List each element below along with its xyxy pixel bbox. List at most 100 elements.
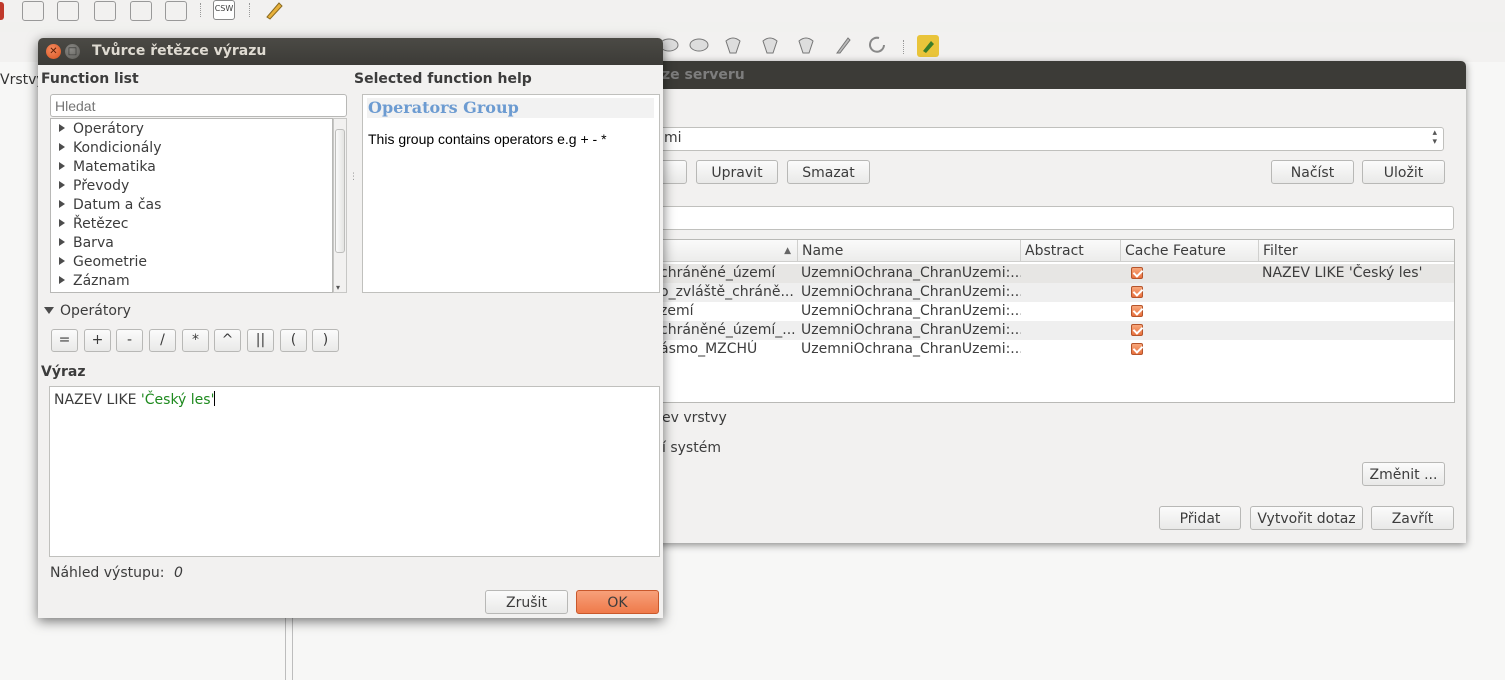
plugin-icon[interactable] (917, 35, 939, 57)
wfs-dialog: ze serveru mi ▴ ▾ Upravit Smazat Načíst U… (605, 61, 1466, 543)
function-list-label: Function list (41, 71, 139, 87)
expression-editor[interactable]: NAZEV LIKE 'Český les' (49, 386, 660, 557)
expression-builder-dialog: ✕ □ Tvůrce řetězce výrazu Function list … (38, 38, 663, 618)
expand-arrow-icon[interactable] (59, 238, 65, 246)
operator-divide-button[interactable]: / (149, 329, 176, 352)
help-title: Operators Group (368, 98, 519, 117)
tree-item-conditionals[interactable]: Kondicionály (59, 140, 161, 156)
expression-string-token: 'Český les' (140, 392, 215, 408)
preview-value: 0 (174, 565, 183, 581)
row-title: chráněné_území (660, 265, 776, 281)
table-row[interactable]: chráněné_území_... UzemniOchrana_ChranUz… (656, 321, 1454, 340)
column-header-cache[interactable]: Cache Feature (1121, 240, 1259, 262)
table-row[interactable]: o_zvláště_chráně... UzemniOchrana_ChranU… (656, 283, 1454, 302)
expand-arrow-icon[interactable] (59, 143, 65, 151)
expand-arrow-icon[interactable] (59, 162, 65, 170)
cache-checkbox[interactable] (1131, 305, 1143, 317)
delete-connection-button[interactable]: Smazat (787, 160, 870, 184)
layer-icon[interactable] (0, 2, 4, 20)
toolbar-separator (249, 3, 252, 17)
layers-table[interactable]: ▲ Name Abstract Cache Feature Filter chr… (655, 239, 1455, 403)
expand-arrow-icon[interactable] (59, 219, 65, 227)
save-connections-button[interactable]: Uložit (1362, 160, 1445, 184)
tree-item-string[interactable]: Řetězec (59, 216, 128, 232)
expand-arrow-icon[interactable] (59, 200, 65, 208)
close-button[interactable]: Zavřít (1371, 506, 1454, 530)
operator-minus-button[interactable]: - (116, 329, 143, 352)
label-tool-icon[interactable] (22, 1, 44, 21)
expression-field-token: NAZEV LIKE (54, 392, 141, 408)
operator-open-paren-button[interactable]: ( (280, 329, 307, 352)
pin-label-icon[interactable] (94, 1, 116, 21)
show-label-icon[interactable] (57, 1, 79, 21)
column-header-filter[interactable]: Filter (1259, 240, 1454, 262)
pencil-icon[interactable] (264, 0, 284, 20)
simplify-icon[interactable] (832, 35, 852, 54)
text-cursor (214, 391, 216, 406)
merge-icon[interactable] (688, 35, 709, 53)
scroll-down-icon[interactable]: ▾ (336, 283, 340, 292)
row-name: UzemniOchrana_ChranUzemi:... (801, 322, 1021, 338)
column-header-name[interactable]: Name (798, 240, 1021, 262)
operator-multiply-button[interactable]: * (182, 329, 209, 352)
ok-button[interactable]: OK (576, 590, 659, 614)
csw-icon[interactable]: CSW (213, 0, 235, 20)
cancel-button[interactable]: Zrušit (485, 590, 568, 614)
build-query-button[interactable]: Vytvořit dotaz (1250, 506, 1363, 530)
column-header-title[interactable]: ▲ (656, 240, 798, 262)
operator-plus-button[interactable]: + (84, 329, 111, 352)
filter-input[interactable] (655, 206, 1454, 230)
operator-concat-button[interactable]: || (247, 329, 274, 352)
function-tree[interactable]: Operátory Kondicionály Matematika Převod… (50, 118, 333, 293)
offset-icon[interactable] (722, 35, 742, 54)
tree-item-math[interactable]: Matematika (59, 159, 156, 175)
reshape-icon[interactable] (759, 35, 779, 54)
cache-checkbox[interactable] (1131, 324, 1143, 336)
operator-equals-button[interactable]: = (51, 329, 78, 352)
expand-arrow-icon[interactable] (59, 257, 65, 265)
function-search-input[interactable] (50, 94, 347, 117)
close-window-icon[interactable]: ✕ (46, 44, 61, 59)
cache-checkbox[interactable] (1131, 343, 1143, 355)
function-help-label: Selected function help (354, 71, 532, 87)
table-row[interactable]: zemí UzemniOchrana_ChranUzemi:... (656, 302, 1454, 321)
preview-label: Náhled výstupu: (50, 565, 165, 581)
rotate-icon[interactable] (867, 35, 887, 53)
server-connection-select[interactable]: mi ▴ ▾ (655, 127, 1444, 151)
maximize-window-icon[interactable]: □ (65, 44, 80, 59)
expand-arrow-icon[interactable] (59, 276, 65, 284)
add-button[interactable]: Přidat (1159, 506, 1241, 530)
collapse-arrow-icon[interactable] (44, 307, 54, 314)
tree-item-color[interactable]: Barva (59, 235, 114, 251)
cache-checkbox[interactable] (1131, 286, 1143, 298)
splitter-handle-icon[interactable]: ⋮ (349, 173, 358, 182)
expand-arrow-icon[interactable] (59, 124, 65, 132)
table-row[interactable]: ásmo_MZCHÚ UzemniOchrana_ChranUzemi:... (656, 340, 1454, 359)
rotate-label-icon[interactable] (130, 1, 152, 21)
tree-item-record[interactable]: Záznam (59, 273, 130, 289)
toolbar-separator (903, 40, 906, 54)
tree-item-date-time[interactable]: Datum a čas (59, 197, 161, 213)
scrollbar-thumb[interactable] (335, 129, 345, 253)
operator-close-paren-button[interactable]: ) (312, 329, 339, 352)
layer-name-checkbox-label[interactable]: ev vrstvy (662, 410, 727, 426)
operator-power-button[interactable]: ^ (214, 329, 241, 352)
tree-item-conversions[interactable]: Převody (59, 178, 129, 194)
operators-section-toggle[interactable]: Operátory (44, 303, 131, 319)
table-row[interactable]: chráněné_území UzemniOchrana_ChranUzemi:… (656, 264, 1454, 283)
change-label-icon[interactable] (165, 1, 187, 21)
spinner-arrows-icon: ▴ ▾ (1432, 128, 1437, 147)
change-crs-button[interactable]: Změnit ... (1362, 462, 1445, 486)
tree-item-geometry[interactable]: Geometrie (59, 254, 147, 270)
column-header-abstract[interactable]: Abstract (1021, 240, 1121, 262)
wfs-dialog-titlebar: ze serveru (605, 61, 1466, 89)
row-title: zemí (660, 303, 694, 319)
expand-arrow-icon[interactable] (59, 181, 65, 189)
edit-connection-button[interactable]: Upravit (696, 160, 778, 184)
load-connections-button[interactable]: Načíst (1271, 160, 1354, 184)
toolbar-separator (200, 3, 203, 17)
fill-ring-icon[interactable] (795, 35, 815, 54)
function-tree-scrollbar[interactable]: ▾ (333, 118, 347, 293)
tree-item-operators[interactable]: Operátory (59, 121, 144, 137)
cache-checkbox[interactable] (1131, 267, 1143, 279)
